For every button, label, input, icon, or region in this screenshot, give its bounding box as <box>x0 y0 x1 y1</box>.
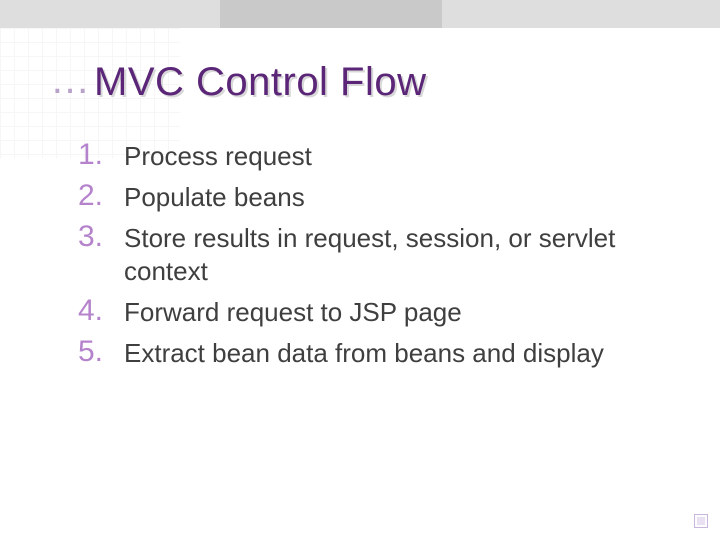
list-text: Forward request to JSP page <box>124 293 462 330</box>
list-number: 5. <box>78 334 124 370</box>
ordered-list: 1. Process request 2. Populate beans 3. … <box>78 137 638 371</box>
title-bullet-icon: … <box>50 60 84 100</box>
slide-content: … MVC Control Flow 1. Process request 2.… <box>50 60 670 375</box>
list-number: 2. <box>78 178 124 214</box>
list-item: 3. Store results in request, session, or… <box>78 219 638 290</box>
list-item: 5. Extract bean data from beans and disp… <box>78 334 638 371</box>
list-text: Process request <box>124 137 312 174</box>
list-item: 4. Forward request to JSP page <box>78 293 638 330</box>
slide-title: MVC Control Flow <box>94 60 427 105</box>
slide-title-row: … MVC Control Flow <box>50 60 670 105</box>
list-number: 4. <box>78 293 124 329</box>
list-item: 1. Process request <box>78 137 638 174</box>
list-number: 1. <box>78 137 124 173</box>
list-item: 2. Populate beans <box>78 178 638 215</box>
corner-decoration-icon <box>694 514 708 528</box>
top-bar-accent <box>220 0 442 28</box>
list-text: Store results in request, session, or se… <box>124 219 638 290</box>
list-number: 3. <box>78 219 124 255</box>
list-text: Extract bean data from beans and display <box>124 334 604 371</box>
list-text: Populate beans <box>124 178 305 215</box>
